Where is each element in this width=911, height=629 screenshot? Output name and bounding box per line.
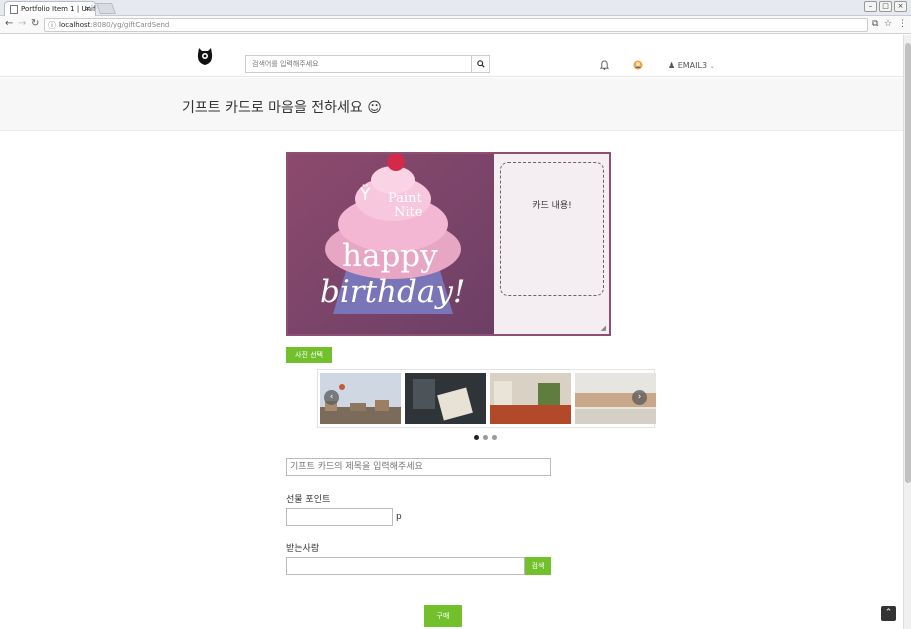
card-message-panel: 카드 내용! ◢ xyxy=(494,154,609,334)
forward-arrow-icon[interactable]: → xyxy=(18,18,26,29)
scrollbar-thumb[interactable] xyxy=(905,43,911,483)
chevron-up-icon: ⌃ xyxy=(884,608,893,618)
chevron-down-icon: ⌄ xyxy=(709,63,715,70)
card-image-happy: happy xyxy=(342,238,438,274)
translate-icon[interactable]: ⧉ xyxy=(872,19,878,29)
scroll-to-top-button[interactable]: ⌃ xyxy=(881,606,896,621)
close-tab-icon[interactable]: × xyxy=(84,2,91,16)
browser-toolbar: ← → ↻ ⓘ localhost:8080/yg/giftCardSend ⧉ … xyxy=(0,16,911,34)
info-icon[interactable]: ⓘ xyxy=(48,20,56,32)
search-button[interactable] xyxy=(471,56,489,72)
bookmark-star-icon[interactable]: ☆ xyxy=(884,19,892,29)
martini-glass-icon: Ÿ xyxy=(360,185,371,205)
maximize-icon[interactable]: □ xyxy=(879,1,892,12)
carousel-thumb[interactable] xyxy=(490,373,571,424)
recipient-search-button[interactable]: 검색 xyxy=(525,557,551,575)
reload-icon[interactable]: ↻ xyxy=(31,18,39,29)
carousel-prev-button[interactable]: ‹ xyxy=(324,390,339,405)
recipient-input[interactable] xyxy=(286,557,525,575)
photo-select-button[interactable]: 사진 선택 xyxy=(286,347,332,363)
page-viewport: ♟ EMAIL3 ⌄ 기프트 카드로 마음을 전하세요 ☺ xyxy=(0,35,903,629)
menu-dots-icon[interactable]: ⋮ xyxy=(898,19,907,29)
user-menu[interactable]: ♟ EMAIL3 ⌄ xyxy=(668,61,715,70)
url-host: localhost xyxy=(59,21,91,29)
browser-tab[interactable]: Portfolio Item 1 | Unify × xyxy=(4,1,96,16)
points-unit: p xyxy=(396,512,402,522)
window-controls: – □ × xyxy=(864,1,907,12)
close-window-icon[interactable]: × xyxy=(894,1,907,12)
carousel-dot[interactable] xyxy=(474,435,479,440)
minimize-icon[interactable]: – xyxy=(864,1,877,12)
avatar-icon[interactable] xyxy=(633,60,643,70)
points-input[interactable] xyxy=(286,508,393,526)
url-path: :8080/yg/giftCardSend xyxy=(90,21,170,29)
address-bar[interactable]: ⓘ localhost:8080/yg/giftCardSend xyxy=(44,18,868,32)
search-icon xyxy=(476,60,485,68)
recipient-label: 받는사람 xyxy=(286,544,320,554)
gift-card-preview: Ÿ Paint Nite happy birthday! 카드 내용! ◢ xyxy=(286,152,611,336)
site-header: ♟ EMAIL3 ⌄ xyxy=(0,35,903,77)
user-label: EMAIL3 xyxy=(677,61,708,70)
cafe-street-photo xyxy=(490,373,571,424)
card-image-birthday: birthday! xyxy=(320,274,466,310)
card-content-textarea[interactable]: 카드 내용! xyxy=(500,162,604,296)
resize-handle-icon[interactable]: ◢ xyxy=(601,324,606,332)
page-title: 기프트 카드로 마음을 전하세요 ☺ xyxy=(182,100,382,116)
card-title-input[interactable] xyxy=(286,458,551,476)
photo-carousel: ‹ › xyxy=(317,369,656,428)
title-band xyxy=(0,78,903,131)
back-arrow-icon[interactable]: ← xyxy=(5,18,13,29)
carousel-indicators xyxy=(474,435,497,440)
user-icon: ♟ xyxy=(668,61,676,70)
site-logo-icon[interactable] xyxy=(196,46,214,66)
card-image: Ÿ Paint Nite happy birthday! xyxy=(288,154,494,334)
carousel-next-button[interactable]: › xyxy=(632,390,647,405)
search-input[interactable] xyxy=(246,56,472,72)
carousel-thumb[interactable] xyxy=(405,373,486,424)
laptop-desk-photo xyxy=(405,373,486,424)
page-scrollbar[interactable] xyxy=(903,35,911,629)
chevron-right-icon: › xyxy=(637,392,642,402)
carousel-dot[interactable] xyxy=(483,435,488,440)
points-label: 선물 포인트 xyxy=(286,495,331,505)
browser-tab-strip: Portfolio Item 1 | Unify × – □ × xyxy=(0,0,911,16)
carousel-dot[interactable] xyxy=(492,435,497,440)
page-favicon-icon xyxy=(10,5,18,14)
bell-icon[interactable] xyxy=(600,60,609,70)
chevron-left-icon: ‹ xyxy=(329,392,334,402)
new-tab-button[interactable] xyxy=(95,3,117,14)
buy-button[interactable]: 구매 xyxy=(424,605,462,627)
search-box xyxy=(245,55,490,73)
